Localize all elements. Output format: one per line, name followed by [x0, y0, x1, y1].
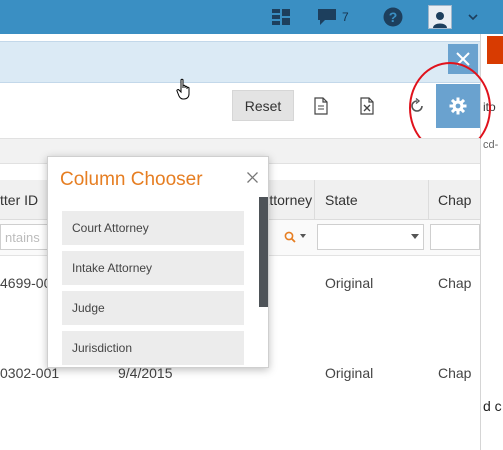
user-icon — [428, 5, 452, 29]
matter-id-filter-input[interactable]: ntains — [0, 224, 50, 250]
message-count-badge: 7 — [342, 10, 349, 24]
column-chooser-title: Column Chooser — [60, 169, 203, 190]
background-text: cd- — [483, 139, 499, 151]
search-icon[interactable] — [284, 230, 296, 248]
top-navigation-bar: 7 ? — [0, 0, 503, 34]
excel-export-icon[interactable] — [356, 94, 378, 118]
hand-cursor-icon — [176, 78, 194, 107]
svg-text:?: ? — [389, 9, 398, 25]
column-chooser-dialog: Column Chooser Court Attorney Intake Att… — [47, 156, 269, 368]
state-cell: Original — [325, 275, 374, 291]
chevron-down-icon[interactable] — [462, 0, 484, 34]
notification-banner — [0, 41, 480, 83]
pdf-export-icon[interactable] — [310, 94, 332, 118]
background-text: d c — [483, 398, 502, 414]
column-item-court-attorney[interactable]: Court Attorney — [62, 211, 244, 245]
chapter-cell: Chap — [438, 365, 472, 381]
column-item-judge[interactable]: Judge — [62, 291, 244, 325]
column-header-state[interactable]: State — [325, 180, 420, 220]
filter-operator-dropdown[interactable] — [300, 234, 306, 238]
chat-icon[interactable] — [314, 0, 340, 34]
matter-id-cell: 4699-00 — [0, 275, 52, 291]
column-item-intake-attorney[interactable]: Intake Attorney — [62, 251, 244, 285]
user-avatar-button[interactable] — [426, 0, 454, 34]
column-divider — [314, 180, 315, 220]
column-item-jurisdiction[interactable]: Jurisdiction — [62, 331, 244, 365]
column-divider — [428, 180, 429, 220]
chapter-cell: Chap — [438, 275, 472, 291]
column-header-chapter[interactable]: Chap — [438, 180, 480, 220]
state-filter-select[interactable] — [317, 224, 424, 250]
help-icon[interactable]: ? — [380, 0, 406, 34]
reset-button[interactable]: Reset — [232, 90, 294, 121]
chapter-filter-select[interactable] — [430, 224, 480, 250]
chevron-down-icon — [411, 234, 419, 239]
state-cell: Original — [325, 365, 374, 381]
close-icon[interactable] — [244, 169, 260, 185]
grid-layout-icon[interactable] — [268, 0, 294, 34]
chooser-scrollbar[interactable] — [259, 197, 268, 307]
office-logo — [487, 36, 503, 64]
